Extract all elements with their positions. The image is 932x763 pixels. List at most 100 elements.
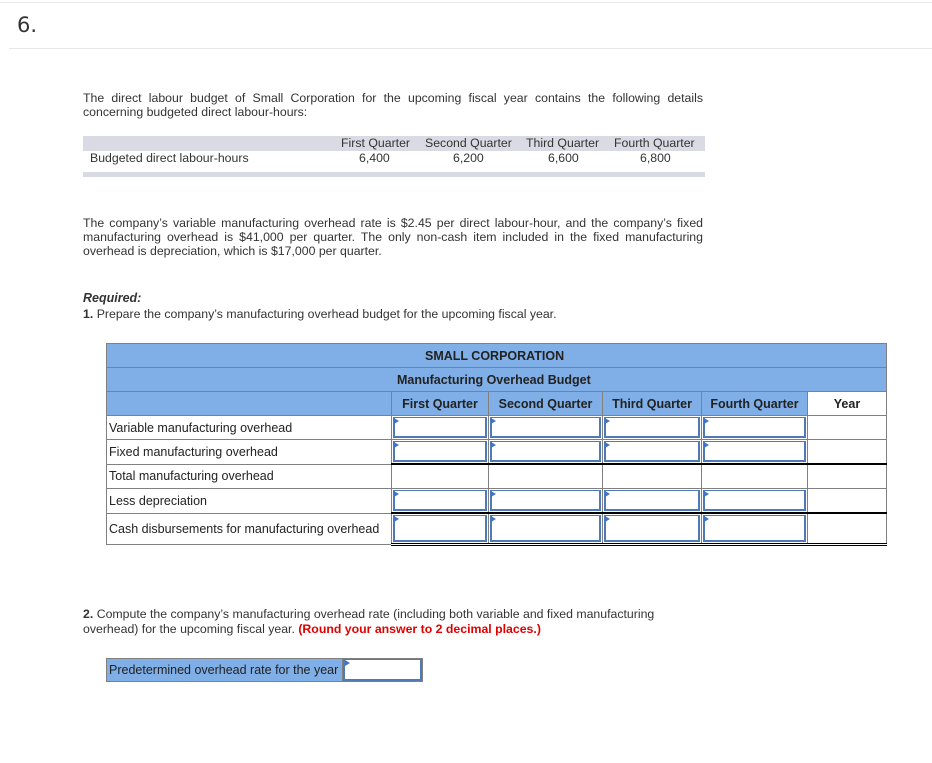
total-q3-cell	[602, 463, 702, 489]
budget-row-total: Total manufacturing overhead	[106, 463, 887, 489]
variable-q2-input[interactable]	[490, 417, 601, 438]
budget-title: Manufacturing Overhead Budget	[106, 367, 887, 392]
input-marker-icon	[394, 442, 399, 448]
input-cash-q1[interactable]	[391, 512, 489, 546]
col-header-q2: Second Quarter	[425, 136, 512, 150]
input-marker-icon	[704, 491, 709, 497]
question-divider	[9, 48, 932, 49]
col-header-q3: Third Quarter	[526, 136, 600, 150]
row-label-variable: Variable manufacturing overhead	[106, 415, 392, 440]
input-marker-icon	[491, 442, 496, 448]
overhead-rate-row: Predetermined overhead rate for the year	[106, 658, 424, 682]
labour-hours-row: Budgeted direct labour-hours 6,400 6,200…	[83, 151, 705, 167]
variable-q3-input[interactable]	[604, 417, 700, 438]
depreciation-q4-input[interactable]	[703, 490, 806, 511]
budget-row-depreciation: Less depreciation	[106, 488, 887, 514]
input-cash-q2[interactable]	[488, 512, 603, 546]
blank-header-cell	[106, 391, 392, 416]
col-header-first-quarter: First Quarter	[391, 391, 489, 416]
input-fixed-q1[interactable]	[391, 439, 489, 465]
input-variable-q4[interactable]	[701, 415, 808, 440]
col-header-second-quarter: Second Quarter	[488, 391, 603, 416]
col-header-q1: First Quarter	[341, 136, 411, 150]
question-number: 6.	[17, 13, 38, 37]
input-marker-icon	[605, 516, 610, 522]
overhead-rate-label: Predetermined overhead rate for the year	[107, 659, 344, 681]
labour-hours-table: First Quarter Second Quarter Third Quart…	[83, 136, 705, 177]
input-marker-icon	[704, 516, 709, 522]
cash-q2-input[interactable]	[490, 515, 601, 542]
fixed-q2-input[interactable]	[490, 441, 601, 462]
input-marker-icon	[605, 491, 610, 497]
input-fixed-q4[interactable]	[701, 439, 808, 465]
depreciation-q2-input[interactable]	[490, 490, 601, 511]
cash-year-cell	[807, 512, 887, 546]
requirement-1-number: 1.	[83, 307, 94, 321]
depreciation-q3-input[interactable]	[604, 490, 700, 511]
input-depreciation-q3[interactable]	[602, 488, 702, 514]
input-marker-icon	[491, 516, 496, 522]
requirement-2: 2. Compute the company’s manufacturing o…	[83, 607, 703, 637]
cash-q3-input[interactable]	[604, 515, 700, 542]
input-depreciation-q4[interactable]	[701, 488, 808, 514]
input-marker-icon	[345, 660, 351, 666]
col-header-fourth-quarter: Fourth Quarter	[701, 391, 808, 416]
input-marker-icon	[491, 418, 496, 424]
overhead-rate-field[interactable]	[343, 659, 423, 681]
col-header-q4: Fourth Quarter	[614, 136, 695, 150]
input-cash-q4[interactable]	[701, 512, 808, 546]
input-marker-icon	[394, 516, 399, 522]
labour-hours-header-row: First Quarter Second Quarter Third Quart…	[83, 136, 705, 151]
input-marker-icon	[605, 442, 610, 448]
budget-row-cash-disbursements: Cash disbursements for manufacturing ove…	[106, 512, 887, 546]
input-marker-icon	[605, 418, 610, 424]
row-label-total: Total manufacturing overhead	[106, 463, 392, 489]
value-q3: 6,600	[548, 151, 579, 165]
depreciation-q1-input[interactable]	[393, 490, 487, 511]
value-q4: 6,800	[640, 151, 671, 165]
input-depreciation-q2[interactable]	[488, 488, 603, 514]
value-q2: 6,200	[453, 151, 484, 165]
total-q4-cell	[701, 463, 808, 489]
rounding-note: (Round your answer to 2 decimal places.)	[298, 622, 541, 636]
col-header-year: Year	[807, 391, 887, 416]
cash-q4-input[interactable]	[703, 515, 806, 542]
input-marker-icon	[394, 491, 399, 497]
company-row: SMALL CORPORATION	[106, 343, 887, 368]
labour-hours-footer-bar	[83, 172, 705, 177]
overhead-budget-table: SMALL CORPORATION Manufacturing Overhead…	[106, 343, 887, 546]
depreciation-year-cell	[807, 488, 887, 514]
fixed-q3-input[interactable]	[604, 441, 700, 462]
row-label-cash-disbursements: Cash disbursements for manufacturing ove…	[106, 512, 392, 545]
fixed-q1-input[interactable]	[393, 441, 487, 462]
fixed-q4-input[interactable]	[703, 441, 806, 462]
total-q2-cell	[488, 463, 603, 489]
input-cash-q3[interactable]	[602, 512, 702, 546]
input-variable-q3[interactable]	[602, 415, 702, 440]
overhead-details-text: The company’s variable manufacturing ove…	[83, 216, 703, 258]
input-marker-icon	[394, 418, 399, 424]
input-marker-icon	[491, 491, 496, 497]
input-marker-icon	[704, 418, 709, 424]
variable-q1-input[interactable]	[393, 417, 487, 438]
input-variable-q1[interactable]	[391, 415, 489, 440]
requirement-1: 1. Prepare the company’s manufacturing o…	[83, 307, 557, 321]
company-name: SMALL CORPORATION	[106, 343, 887, 368]
variable-q4-input[interactable]	[703, 417, 806, 438]
input-marker-icon	[704, 442, 709, 448]
input-fixed-q2[interactable]	[488, 439, 603, 465]
input-depreciation-q1[interactable]	[391, 488, 489, 514]
budget-title-row: Manufacturing Overhead Budget	[106, 367, 887, 392]
overhead-rate-input[interactable]	[345, 660, 421, 679]
intro-text: The direct labour budget of Small Corpor…	[83, 91, 703, 119]
variable-year-cell	[807, 415, 887, 440]
row-label-depreciation: Less depreciation	[106, 488, 392, 514]
input-fixed-q3[interactable]	[602, 439, 702, 465]
row-label: Budgeted direct labour-hours	[90, 151, 249, 165]
input-variable-q2[interactable]	[488, 415, 603, 440]
requirement-1-text: Prepare the company’s manufacturing over…	[96, 307, 557, 321]
total-year-cell	[807, 463, 887, 489]
requirement-2-number: 2.	[83, 607, 94, 621]
column-header-row: First Quarter Second Quarter Third Quart…	[106, 391, 887, 416]
cash-q1-input[interactable]	[393, 515, 487, 542]
